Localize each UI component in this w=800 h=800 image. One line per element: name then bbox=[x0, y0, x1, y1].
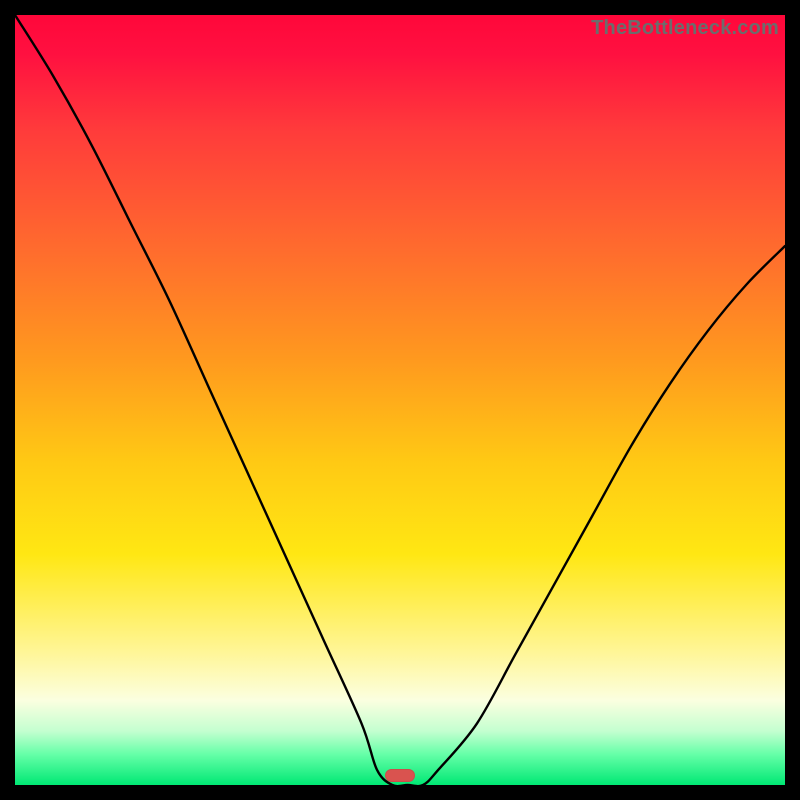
chart-frame: TheBottleneck.com bbox=[0, 0, 800, 800]
curve-path bbox=[15, 15, 785, 786]
optimal-marker bbox=[385, 769, 415, 782]
plot-area: TheBottleneck.com bbox=[15, 15, 785, 785]
bottleneck-curve bbox=[15, 15, 785, 785]
